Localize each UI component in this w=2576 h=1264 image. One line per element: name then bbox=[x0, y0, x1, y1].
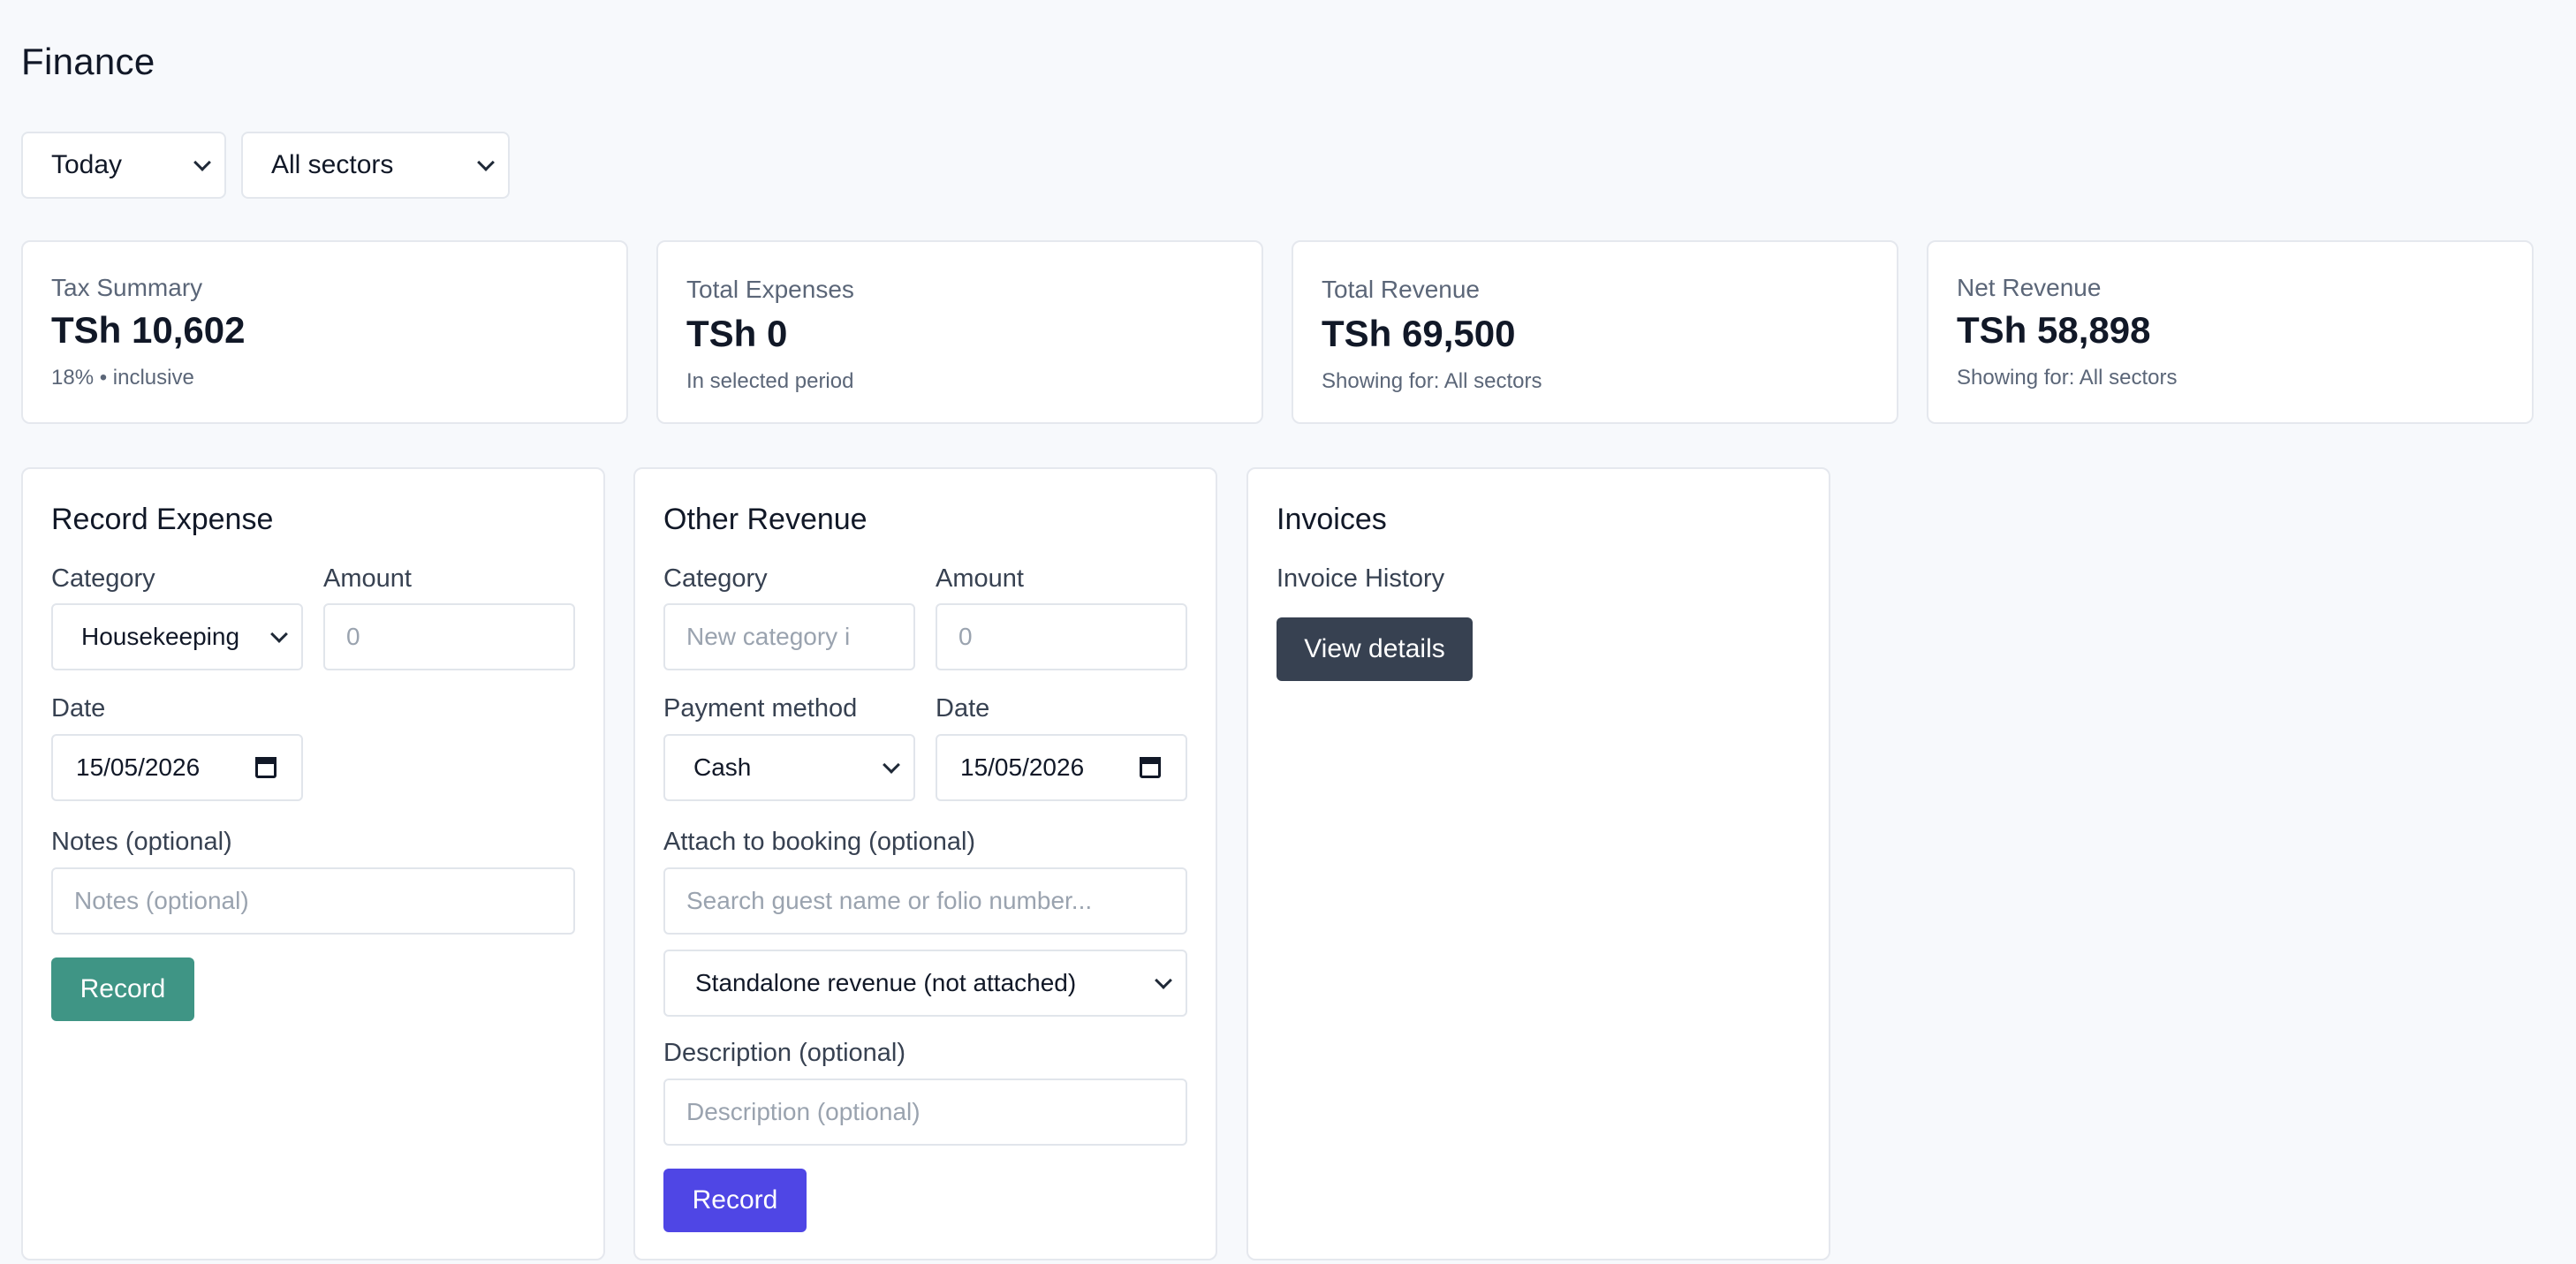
view-invoice-details-button[interactable]: View details bbox=[1277, 617, 1473, 681]
expense-category-select[interactable]: Housekeeping bbox=[51, 603, 303, 670]
other-revenue-title: Other Revenue bbox=[663, 503, 868, 536]
sector-select[interactable]: All sectors bbox=[241, 132, 510, 199]
stat-value: TSh 0 bbox=[686, 313, 788, 354]
payment-method-value: Cash bbox=[693, 753, 752, 781]
chevron-down-icon bbox=[1155, 972, 1172, 989]
stat-label: Tax Summary bbox=[51, 274, 203, 301]
stat-card-total-expenses: Total Expenses TSh 0 In selected period bbox=[656, 240, 1263, 424]
stat-card-tax-summary: Tax Summary TSh 10,602 18% • inclusive bbox=[21, 240, 628, 424]
chevron-down-icon bbox=[193, 154, 211, 171]
payment-method-select[interactable]: Cash bbox=[663, 734, 915, 801]
stat-sub: In selected period bbox=[686, 369, 854, 393]
expense-amount-input[interactable]: 0 bbox=[323, 603, 575, 670]
calendar-icon[interactable] bbox=[1140, 757, 1161, 778]
expense-date-value: 15/05/2026 bbox=[76, 753, 201, 781]
attach-booking-select[interactable]: Standalone revenue (not attached) bbox=[663, 950, 1187, 1017]
expense-category-value: Housekeeping bbox=[81, 623, 240, 650]
stat-value: TSh 58,898 bbox=[1957, 309, 2151, 351]
stat-card-total-revenue: Total Revenue TSh 69,500 Showing for: Al… bbox=[1292, 240, 1898, 424]
attach-booking-select-value: Standalone revenue (not attached) bbox=[695, 969, 1077, 996]
revenue-description-placeholder: Description (optional) bbox=[686, 1098, 921, 1125]
record-revenue-button-label: Record bbox=[692, 1185, 778, 1215]
revenue-date-label: Date bbox=[936, 694, 990, 723]
expense-notes-label: Notes (optional) bbox=[51, 828, 232, 856]
expense-category-label: Category bbox=[51, 564, 155, 593]
period-select-value: Today bbox=[51, 150, 123, 179]
expense-amount-label: Amount bbox=[323, 564, 412, 593]
revenue-date-input[interactable]: 15/05/2026 bbox=[936, 734, 1187, 801]
record-expense-panel: Record Expense Category Amount Housekeep… bbox=[21, 467, 605, 1260]
invoices-panel: Invoices Invoice History View details bbox=[1246, 467, 1830, 1260]
sector-select-value: All sectors bbox=[271, 150, 394, 179]
expense-amount-placeholder: 0 bbox=[346, 623, 360, 650]
attach-booking-search-input[interactable]: Search guest name or folio number... bbox=[663, 867, 1187, 935]
expense-notes-input[interactable]: Notes (optional) bbox=[51, 867, 575, 935]
stat-sub: Showing for: All sectors bbox=[1322, 369, 1542, 393]
revenue-description-input[interactable]: Description (optional) bbox=[663, 1079, 1187, 1146]
revenue-amount-input[interactable]: 0 bbox=[936, 603, 1187, 670]
stat-card-net-revenue: Net Revenue TSh 58,898 Showing for: All … bbox=[1927, 240, 2534, 424]
stat-label: Net Revenue bbox=[1957, 274, 2102, 301]
calendar-icon[interactable] bbox=[255, 757, 277, 778]
other-revenue-panel: Other Revenue Category Amount New catego… bbox=[633, 467, 1217, 1260]
attach-booking-placeholder: Search guest name or folio number... bbox=[686, 887, 1093, 914]
invoice-history-label: Invoice History bbox=[1277, 564, 1445, 593]
stat-label: Total Revenue bbox=[1322, 276, 1481, 303]
stat-value: TSh 69,500 bbox=[1322, 313, 1516, 354]
stat-sub: Showing for: All sectors bbox=[1957, 366, 2178, 390]
invoices-title: Invoices bbox=[1277, 503, 1387, 536]
expense-date-label: Date bbox=[51, 694, 106, 723]
expense-date-input[interactable]: 15/05/2026 bbox=[51, 734, 303, 801]
chevron-down-icon bbox=[883, 756, 900, 774]
stat-sub: 18% • inclusive bbox=[51, 366, 194, 390]
revenue-amount-label: Amount bbox=[936, 564, 1024, 593]
payment-method-label: Payment method bbox=[663, 694, 858, 723]
chevron-down-icon bbox=[477, 154, 495, 171]
attach-booking-label: Attach to booking (optional) bbox=[663, 828, 976, 856]
record-expense-button-label: Record bbox=[80, 974, 166, 1003]
revenue-category-placeholder: New category i bbox=[686, 623, 851, 650]
stat-value: TSh 10,602 bbox=[51, 309, 246, 351]
revenue-amount-placeholder: 0 bbox=[958, 623, 973, 650]
expense-notes-placeholder: Notes (optional) bbox=[74, 887, 249, 914]
record-revenue-button[interactable]: Record bbox=[663, 1169, 807, 1232]
revenue-category-label: Category bbox=[663, 564, 768, 593]
chevron-down-icon bbox=[270, 625, 288, 643]
period-select[interactable]: Today bbox=[21, 132, 226, 199]
revenue-category-input[interactable]: New category i bbox=[663, 603, 915, 670]
record-expense-title: Record Expense bbox=[51, 503, 274, 536]
revenue-description-label: Description (optional) bbox=[663, 1039, 906, 1067]
stat-label: Total Expenses bbox=[686, 276, 854, 303]
revenue-date-value: 15/05/2026 bbox=[960, 753, 1085, 781]
record-expense-button[interactable]: Record bbox=[51, 957, 194, 1021]
page-title: Finance bbox=[21, 41, 155, 82]
view-details-button-label: View details bbox=[1304, 634, 1445, 663]
